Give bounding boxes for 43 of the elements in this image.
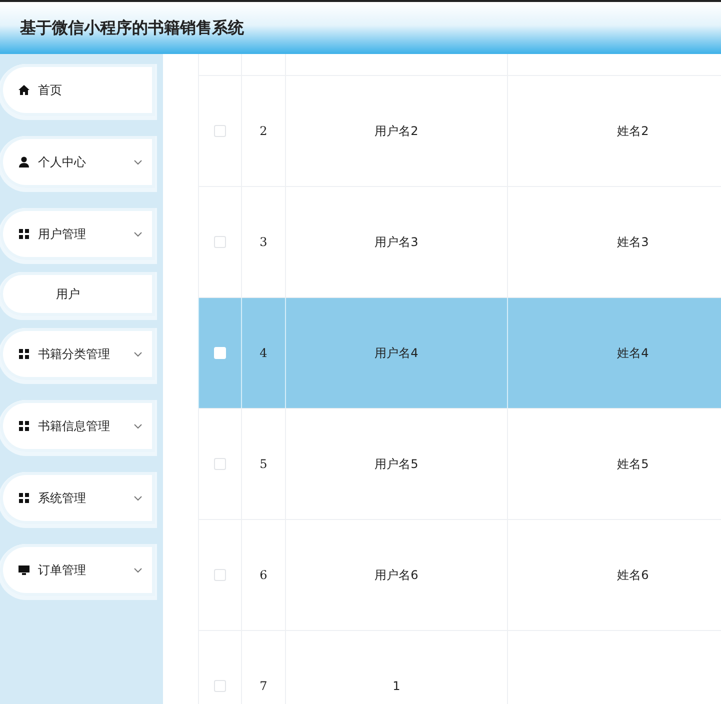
row-checkbox[interactable] — [214, 680, 226, 692]
grid-icon — [18, 420, 30, 432]
grid-icon — [18, 492, 30, 504]
index-cell-text: 7 — [260, 678, 268, 695]
menu-item[interactable]: 首页 — [0, 64, 155, 116]
menu-item[interactable]: 书籍分类管理 — [0, 328, 155, 380]
menu-item[interactable]: 系统管理 — [0, 472, 155, 524]
username-cell-text: 用户名2 — [374, 123, 418, 140]
index-cell-text: 5 — [260, 456, 268, 473]
menu-item[interactable]: 书籍信息管理 — [0, 400, 155, 452]
row-checkbox[interactable] — [214, 236, 226, 248]
table-row[interactable]: 6 用户名6 姓名6 — [198, 520, 721, 631]
home-icon — [18, 84, 30, 96]
row-checkbox[interactable] — [214, 458, 226, 470]
submenu-item[interactable]: 用户 — [0, 272, 155, 316]
index-cell-text: 3 — [260, 234, 268, 251]
table-row[interactable]: 7 1 — [198, 631, 721, 704]
name-cell-text: 姓名2 — [617, 123, 649, 140]
username-cell-text: 用户名6 — [374, 567, 418, 584]
row-checkbox[interactable] — [214, 125, 226, 137]
username-cell-text: 用户名5 — [374, 456, 418, 473]
row-checkbox[interactable] — [214, 569, 226, 581]
table-row[interactable]: 5 用户名5 姓名5 — [198, 409, 721, 520]
user-icon — [18, 156, 30, 168]
index-cell-text: 4 — [260, 345, 268, 362]
name-cell-text: 姓名6 — [617, 567, 649, 584]
name-cell-text: 姓名5 — [617, 456, 649, 473]
menu-item[interactable]: 用户管理 — [0, 208, 155, 260]
index-cell-text: 2 — [260, 123, 268, 140]
name-cell-text: 姓名4 — [617, 345, 649, 362]
menu-item[interactable]: 订单管理 — [0, 544, 155, 596]
menu-item[interactable]: 个人中心 — [0, 136, 155, 188]
index-cell-text: 6 — [260, 567, 268, 584]
table-row[interactable]: 4 用户名4 姓名4 — [198, 298, 721, 409]
table-row[interactable]: 2 用户名2 姓名2 — [198, 76, 721, 187]
grid-icon — [18, 348, 30, 360]
app-title: 基于微信小程序的书籍销售系统 — [20, 17, 244, 39]
grid-icon — [18, 228, 30, 240]
username-cell-text: 1 — [392, 678, 400, 695]
username-cell-text: 用户名3 — [374, 234, 418, 251]
username-cell-text: 用户名4 — [374, 345, 418, 362]
monitor-icon — [18, 564, 30, 576]
name-cell-text: 姓名3 — [617, 234, 649, 251]
